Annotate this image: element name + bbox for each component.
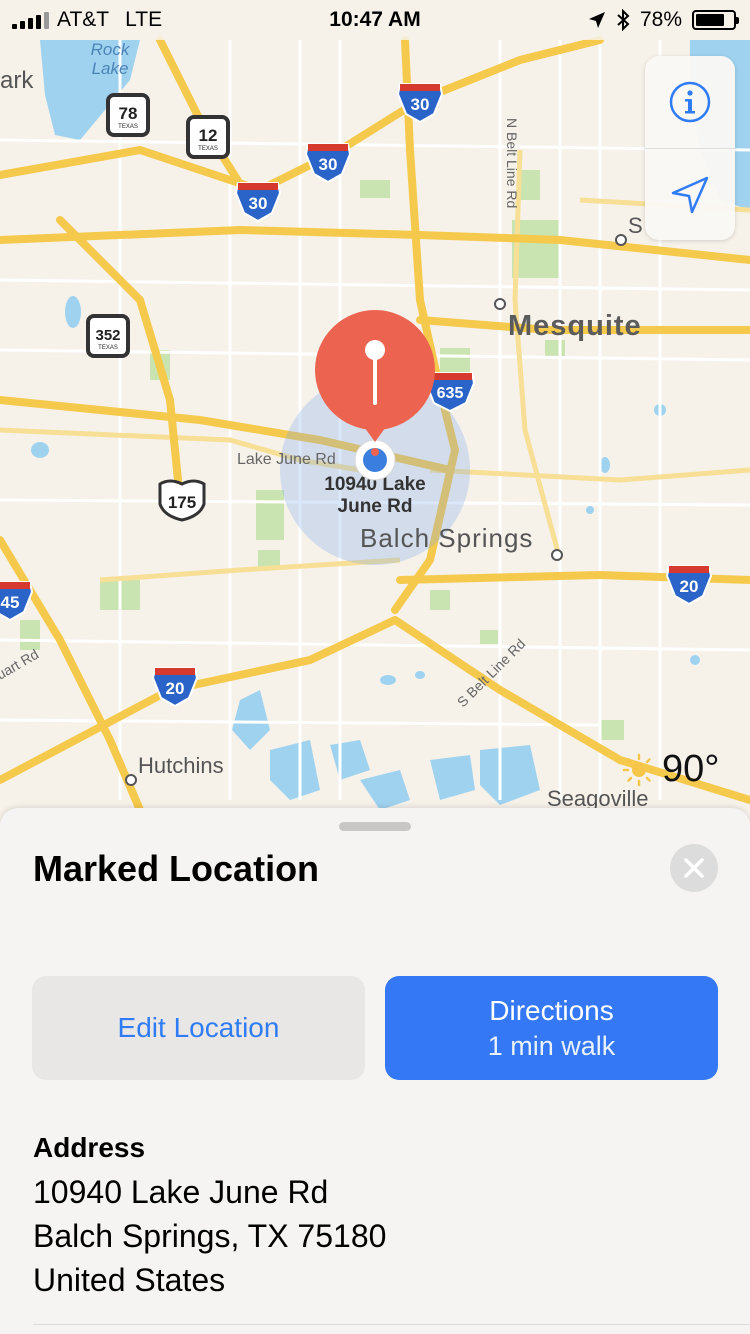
place-card-sheet[interactable]: Marked Location Edit Location Directions…	[0, 808, 750, 1334]
svg-text:12: 12	[199, 126, 218, 145]
label-n-belt-line: N Belt Line Rd	[504, 118, 520, 208]
sun-icon	[622, 753, 656, 786]
edit-location-button[interactable]: Edit Location	[32, 976, 365, 1080]
weather-temperature: 90°	[662, 748, 720, 790]
state-shield-78: 78 TEXAS	[106, 93, 150, 137]
location-arrow-icon	[588, 12, 605, 28]
svg-text:20: 20	[680, 577, 699, 596]
directions-label: Directions	[489, 994, 614, 1026]
us-shield-175: 175	[158, 479, 206, 522]
state-shield-352: 352 TEXAS	[86, 314, 130, 358]
state-shield-12: 12 TEXAS	[186, 115, 230, 159]
close-icon	[684, 858, 704, 878]
svg-text:78: 78	[119, 104, 138, 123]
info-button[interactable]	[645, 56, 735, 148]
label-lake-june-rd: Lake June Rd	[237, 451, 336, 468]
directions-eta: 1 min walk	[487, 1030, 616, 1061]
sheet-title: Marked Location	[33, 848, 320, 889]
label-s-partial: S	[628, 213, 643, 238]
divider	[33, 1324, 750, 1325]
svg-text:TEXAS: TEXAS	[198, 146, 218, 152]
label-rock-lake-2: Lake	[92, 59, 129, 78]
svg-text:175: 175	[168, 493, 196, 512]
edit-location-label: Edit Location	[117, 1012, 280, 1043]
tracking-button[interactable]	[645, 149, 735, 240]
bluetooth-icon	[617, 9, 630, 31]
svg-text:20: 20	[166, 679, 185, 698]
svg-text:30: 30	[411, 95, 430, 114]
address-line-country: United States	[33, 1262, 226, 1298]
svg-text:30: 30	[249, 194, 268, 213]
svg-text:635: 635	[437, 385, 464, 402]
close-button[interactable]	[670, 844, 718, 892]
weather-badge: 90°	[622, 748, 719, 791]
info-icon	[669, 81, 711, 123]
label-ark: ark	[0, 67, 34, 94]
svg-text:45: 45	[1, 593, 20, 612]
address-label: Address	[33, 1132, 146, 1163]
svg-text:352: 352	[95, 327, 120, 344]
map-canvas[interactable]: Rock Lake ark Mesquite Lake June Rd 1094…	[0, 0, 750, 830]
label-hutchins: Hutchins	[138, 753, 224, 778]
label-rock-lake: Rock	[91, 40, 131, 59]
location-arrow-icon	[671, 176, 709, 214]
address-line-street: 10940 Lake June Rd	[33, 1174, 329, 1210]
battery-percent: 78%	[639, 8, 682, 31]
map-controls	[645, 56, 735, 240]
map-view[interactable]: Rock Lake ark Mesquite Lake June Rd 1094…	[0, 0, 750, 830]
label-pin-address-2: June Rd	[338, 496, 413, 517]
address-block[interactable]: 10940 Lake June Rd Balch Springs, TX 751…	[33, 1170, 386, 1302]
address-line-city: Balch Springs, TX 75180	[33, 1218, 387, 1254]
svg-text:TEXAS: TEXAS	[98, 345, 118, 351]
label-balch-springs: Balch Springs	[360, 523, 533, 553]
battery-icon	[692, 10, 739, 30]
sheet-grabber[interactable]	[339, 822, 411, 831]
label-mesquite: Mesquite	[508, 310, 642, 342]
directions-button[interactable]: Directions 1 min walk	[385, 976, 718, 1080]
svg-text:30: 30	[319, 155, 338, 174]
svg-text:TEXAS: TEXAS	[118, 124, 138, 130]
status-bar: AT&T LTE 10:47 AM 78%	[0, 0, 750, 40]
